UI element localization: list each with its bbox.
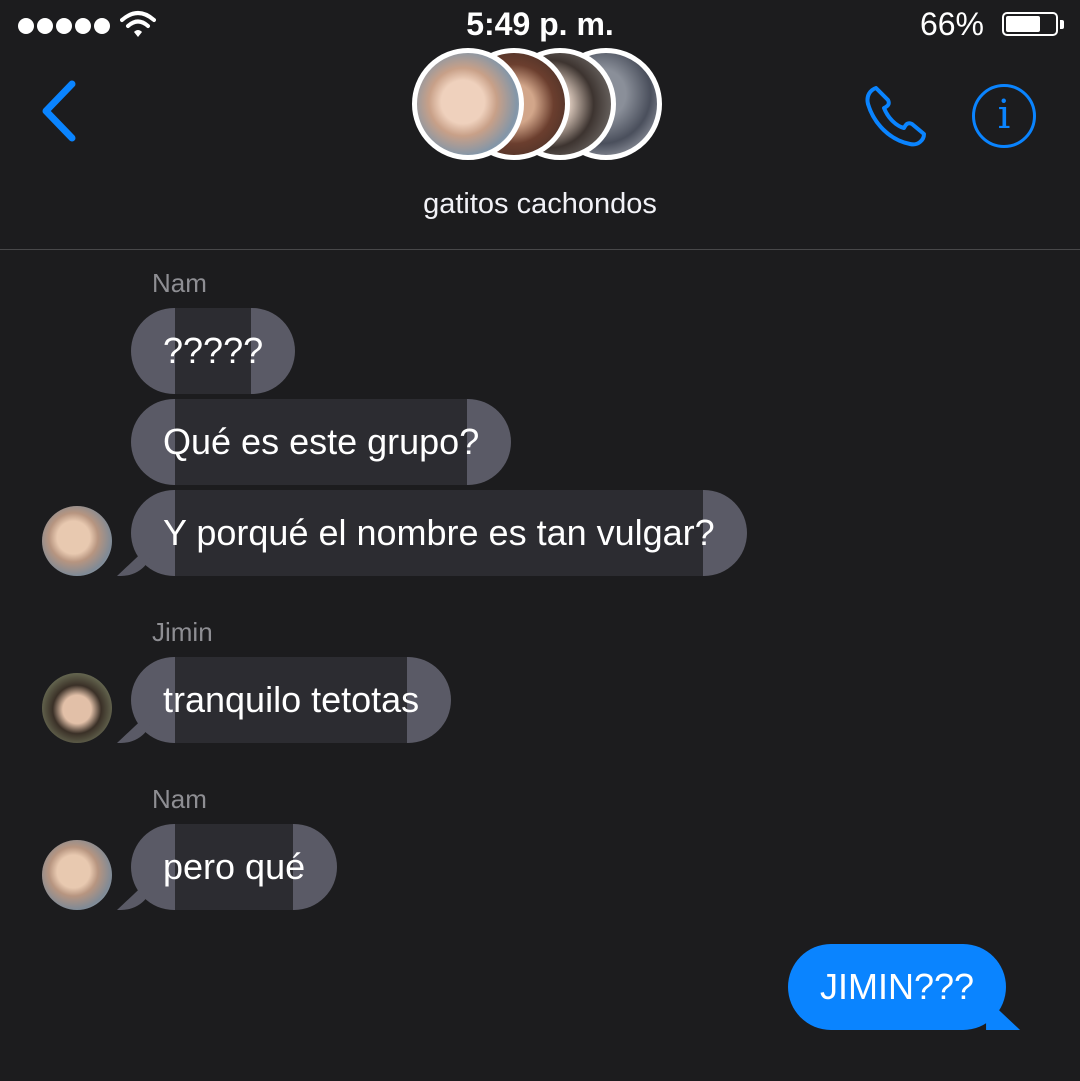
message-bubble[interactable]: ????? [131,308,296,394]
sender-avatar[interactable] [42,506,112,576]
back-chevron-icon[interactable] [36,78,86,144]
group-name[interactable]: gatitos cachondos [0,188,1080,221]
sender-name: Jimin [152,617,213,647]
battery-percentage: 66% [919,6,984,42]
sender-avatar[interactable] [42,840,112,910]
conversation-header: gatitos cachondos i [0,48,1080,250]
message-text: pero qué [163,846,306,887]
outgoing-message-bubble[interactable]: JIMIN??? [788,944,1007,1030]
message-bubble[interactable]: pero qué [131,824,338,910]
message-bubble[interactable]: Y porqué el nombre es tan vulgar? [131,490,747,576]
message-bubble[interactable]: tranquilo tetotas [131,657,452,743]
info-icon[interactable]: i [972,84,1036,148]
message-bubble[interactable]: Qué es este grupo? [131,399,512,485]
member-avatar [412,48,524,160]
message-text: Qué es este grupo? [163,421,480,462]
chat-screen: 5:49 p. m. 66% gatitos cachondos i Nam ?… [0,0,1080,1081]
status-time: 5:49 p. m. [466,6,614,42]
sender-name: Nam [152,268,207,298]
message-text: Y porqué el nombre es tan vulgar? [163,512,715,553]
sender-name: Nam [152,784,207,814]
message-text: tranquilo tetotas [163,679,420,720]
battery-icon [1002,12,1064,36]
group-avatars[interactable] [412,48,672,168]
message-text: JIMIN??? [820,966,975,1007]
message-text: ????? [163,330,264,371]
sender-avatar[interactable] [42,673,112,743]
phone-icon[interactable] [862,82,930,150]
status-bar: 5:49 p. m. 66% [0,0,1080,52]
